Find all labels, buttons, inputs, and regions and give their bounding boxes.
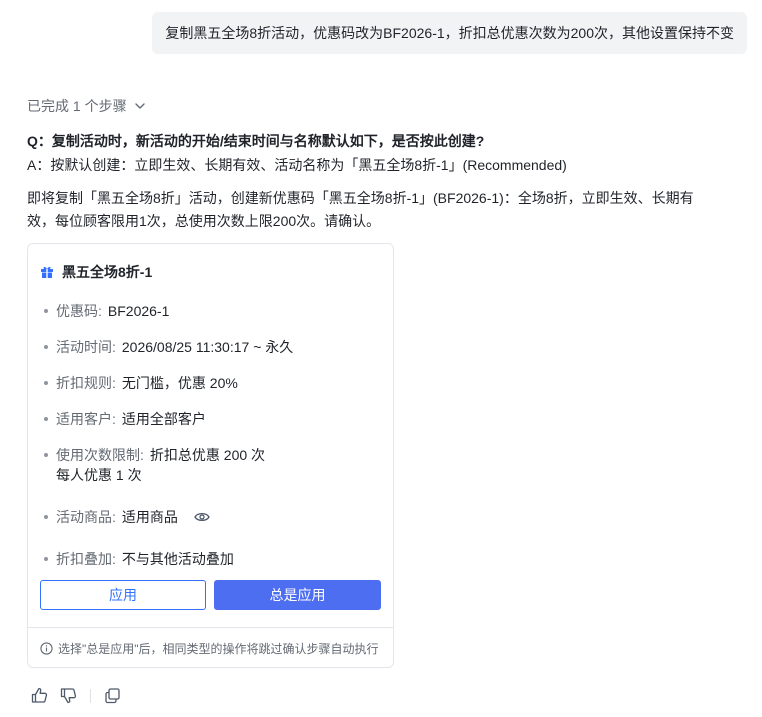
chat-page: 复制黑五全场8折活动，优惠码改为BF2026-1，折扣总优惠次数为200次，其他…	[0, 0, 762, 717]
assistant-summary: 即将复制「黑五全场8折」活动，创建新优惠码「黑五全场8折-1」(BF2026-1…	[27, 190, 694, 229]
apply-button[interactable]: 应用	[40, 580, 206, 610]
detail-label: 活动时间:	[56, 339, 116, 355]
bullet-dot	[44, 381, 48, 385]
detail-value: 不与其他活动叠加	[121, 551, 234, 567]
card-footer: 选择"总是应用"后，相同类型的操作将跳过确认步骤自动执行	[28, 627, 393, 668]
detail-value: 无门槛，优惠 20%	[121, 375, 238, 391]
bullet-dot	[44, 417, 48, 421]
eye-icon[interactable]	[194, 510, 210, 524]
always-apply-button[interactable]: 总是应用	[214, 580, 381, 610]
detail-label: 活动商品:	[56, 509, 116, 525]
detail-discount-rule: 折扣规则: 无门槛，优惠 20%	[44, 373, 238, 393]
detail-value: BF2026-1	[107, 303, 170, 319]
detail-coupon-code: 优惠码: BF2026-1	[44, 301, 169, 321]
detail-value: 适用商品	[121, 509, 178, 525]
qa-answer: A：按默认创建：立即生效、长期有效、活动名称为「黑五全场8折-1」(Recomm…	[27, 157, 567, 173]
footer-note: 选择"总是应用"后，相同类型的操作将跳过确认步骤自动执行	[58, 641, 379, 656]
detail-stacking: 折扣叠加: 不与其他活动叠加	[44, 549, 234, 569]
detail-label: 使用次数限制:	[56, 447, 144, 463]
message-actions	[30, 686, 122, 705]
info-icon	[40, 641, 53, 655]
chevron-down-icon	[134, 103, 145, 109]
steps-toggle[interactable]: 已完成 1 个步骤	[27, 96, 147, 116]
copy-icon[interactable]	[103, 686, 122, 705]
user-message: 复制黑五全场8折活动，优惠码改为BF2026-1，折扣总优惠次数为200次，其他…	[152, 12, 747, 54]
detail-value: 2026/08/25 11:30:17 ~ 永久	[121, 339, 294, 355]
detail-customers: 适用客户: 适用全部客户	[44, 409, 206, 429]
bullet-dot	[44, 557, 48, 561]
detail-usage-limit: 使用次数限制: 折扣总优惠 200 次 每人优惠 1 次	[44, 445, 265, 485]
detail-value: 适用全部客户	[121, 411, 206, 427]
thumbs-up-icon[interactable]	[30, 686, 49, 705]
detail-label: 适用客户:	[56, 411, 116, 427]
detail-activity-time: 活动时间: 2026/08/25 11:30:17 ~ 永久	[44, 337, 293, 357]
card-title: 黑五全场8折-1	[62, 264, 153, 280]
bullet-dot	[44, 453, 48, 457]
discount-preview-card: 黑五全场8折-1 优惠码: BF2026-1 活动时间: 2026/08/25 11…	[27, 243, 394, 668]
qa-question: Q：复制活动时，新活动的开始/结束时间与名称默认如下，是否按此创建?	[27, 133, 485, 149]
detail-products: 活动商品: 适用商品	[44, 507, 210, 527]
detail-sub-value: 每人优惠 1 次	[56, 467, 142, 483]
bullet-dot	[44, 309, 48, 313]
detail-label: 折扣规则:	[56, 375, 116, 391]
detail-label: 折扣叠加:	[56, 551, 116, 567]
thumbs-down-icon[interactable]	[59, 686, 78, 705]
detail-label: 优惠码:	[56, 303, 102, 319]
bullet-dot	[44, 345, 48, 349]
bullet-dot	[44, 515, 48, 519]
card-header: 黑五全场8折-1	[40, 262, 152, 282]
detail-value: 折扣总优惠 200 次	[149, 447, 266, 463]
gift-icon	[41, 266, 53, 278]
steps-label: 已完成 1 个步骤	[27, 98, 127, 114]
divider	[90, 688, 91, 703]
